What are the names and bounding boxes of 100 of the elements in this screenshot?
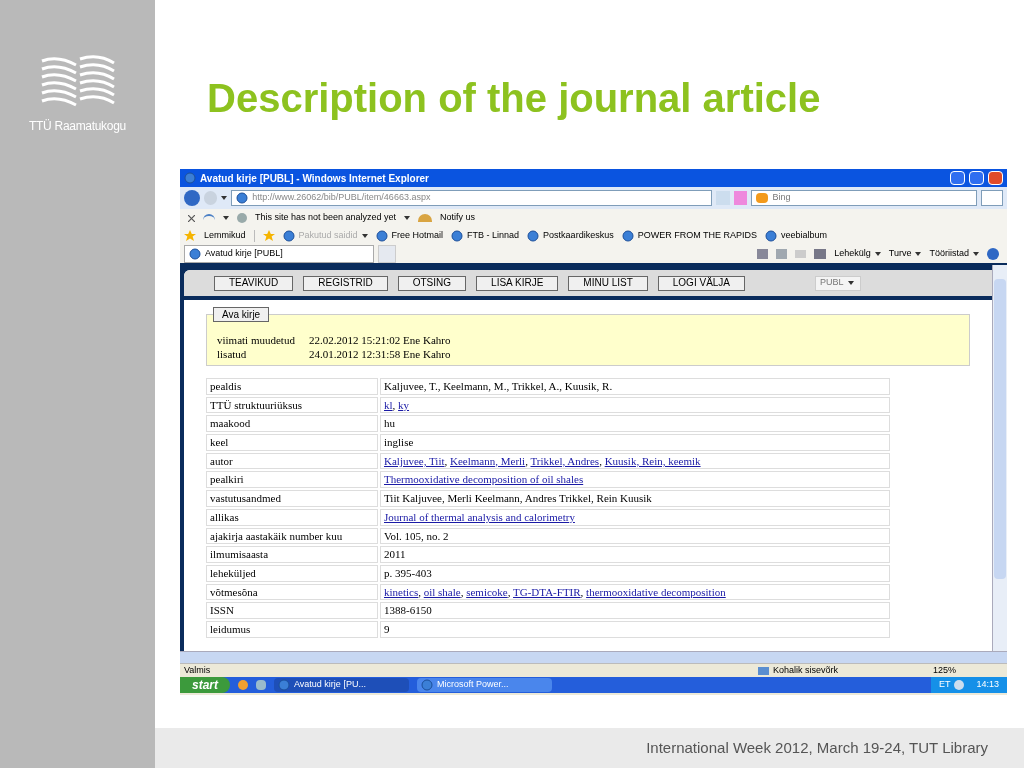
close-button[interactable]	[988, 171, 1003, 185]
field-label: leidumus	[206, 620, 378, 638]
separator-text: ,	[392, 398, 397, 411]
field-label: allikas	[206, 508, 378, 526]
record-link[interactable]: thermooxidative decomposition	[586, 585, 726, 598]
favorite-link[interactable]: veebialbum	[781, 229, 828, 243]
search-box[interactable]: Bing	[751, 190, 978, 206]
record-link[interactable]: Journal of thermal analysis and calorimetry	[384, 510, 575, 523]
favorite-link[interactable]: Free Hotmail	[391, 229, 444, 243]
favorite-link[interactable]: Postkaardikeskus	[543, 229, 614, 243]
security-text: This site has not been analyzed yet	[255, 211, 397, 225]
minimize-button[interactable]	[950, 171, 965, 185]
record-link[interactable]: Kaljuvee, Tiit	[384, 454, 445, 467]
taskbar-task[interactable]: Microsoft Power...	[417, 678, 552, 692]
record-link[interactable]: oil shale	[423, 585, 461, 598]
network-icon	[758, 666, 769, 675]
nav-button[interactable]: MINU LIST	[568, 275, 648, 291]
separator-text: ,	[418, 585, 422, 598]
caret-icon	[874, 252, 881, 256]
window-title: Avatud kirje [PUBL] - Windows Internet Explorer	[200, 171, 429, 186]
open-record-button[interactable]: Ava kirje	[213, 307, 270, 322]
zoom-control[interactable]: 125%	[933, 663, 1003, 678]
zone-text: Kohalik sisevõrk	[773, 663, 840, 677]
field-label: pealkiri	[206, 471, 378, 489]
nav-button[interactable]: OTSING	[397, 275, 467, 291]
value-text: hu	[384, 417, 395, 430]
separator-text: ,	[525, 454, 529, 467]
separator-text: ,	[444, 454, 449, 467]
nav-button[interactable]: LISA KIRJE	[476, 275, 559, 291]
meta-label: lisatud	[217, 347, 248, 361]
taskbar-task[interactable]: Avatud kirje [PU...	[274, 678, 409, 692]
nav-button[interactable]: TEAVIKUD	[214, 275, 294, 291]
logo-text: TTÜ Raamatukogu	[29, 118, 126, 135]
back-button[interactable]	[184, 190, 200, 206]
nav-button[interactable]: LOGI VÄLJA	[657, 275, 746, 291]
value-text: Kaljuvee, T., Keelmann, M., Trikkel, A., Kuusik, R.	[384, 380, 613, 392]
value-text: 9	[384, 622, 390, 635]
value-text: Vol. 105, no. 2	[384, 529, 449, 542]
value-text: inglise	[384, 436, 414, 449]
slide-footer: International Week 2012, March 19-24, TUT Library	[646, 736, 988, 760]
nav-button[interactable]: REGISTRID	[303, 275, 388, 291]
command-menu[interactable]: Lehekülg	[834, 247, 881, 261]
record-link[interactable]: TG-DTA-FTIR	[513, 585, 581, 598]
help-icon[interactable]	[987, 248, 999, 260]
vertical-scrollbar[interactable]	[992, 265, 1007, 651]
status-text: Valmis	[184, 663, 212, 677]
separator-text: ,	[599, 454, 603, 467]
field-label: ilmumisaasta	[206, 546, 378, 563]
caret-icon	[404, 216, 411, 220]
tray-icon[interactable]	[954, 680, 965, 690]
field-label: vastutusandmed	[206, 490, 378, 507]
caret-icon	[915, 252, 922, 256]
caret-icon	[361, 234, 368, 238]
record-link[interactable]: kl	[384, 398, 393, 411]
separator-text: ,	[507, 585, 512, 598]
favorites-button[interactable]: Lemmikud	[204, 229, 246, 243]
separator-text: ,	[460, 585, 465, 598]
horizontal-scrollbar[interactable]	[180, 651, 1007, 663]
search-engine-icon	[756, 193, 769, 203]
field-label: ISSN	[206, 602, 378, 619]
record-link[interactable]: Thermooxidative decomposition of oil shales	[384, 473, 584, 486]
search-field[interactable]: Bing	[772, 191, 973, 205]
field-label: võtmesõna	[206, 583, 378, 601]
search-button[interactable]	[981, 190, 1003, 206]
add-favorite-icon[interactable]	[262, 230, 275, 242]
clock: 14:13	[976, 678, 999, 692]
caret-icon	[221, 196, 228, 200]
meta-value: 24.01.2012 12:31:58 Ene Kahro	[309, 347, 451, 361]
slide-title: Description of the journal article	[207, 78, 822, 118]
field-label: TTÜ struktuuriüksus	[206, 396, 378, 414]
start-button[interactable]: start	[180, 677, 230, 693]
meta-label: viimati muudetud	[217, 333, 296, 347]
value-text: Tiit Kaljuvee, Merli Keelmann, Andres Trikkel, Rein Kuusik	[384, 492, 652, 505]
field-label: maakood	[206, 415, 378, 433]
field-label: autor	[206, 452, 378, 470]
favorite-link[interactable]: POWER FROM THE RAPIDS	[637, 229, 757, 243]
command-menu[interactable]: Tööriistad	[929, 247, 979, 261]
browser-tab[interactable]: Avatud kirje [PUBL]	[184, 245, 374, 263]
caret-icon	[973, 252, 979, 256]
field-label: ajakirja aastakäik number kuu	[206, 527, 378, 545]
address-field[interactable]: http://www.26062/bib/PUBL/item/46663.aspx	[231, 190, 713, 206]
caret-icon	[223, 216, 229, 220]
favorite-link[interactable]: FTB - Linnad	[467, 229, 520, 243]
value-text: 2011	[384, 548, 406, 561]
notify-link[interactable]: Notify us	[440, 211, 476, 225]
caret-icon	[847, 281, 854, 285]
star-icon	[184, 230, 196, 242]
field-label: keel	[206, 434, 378, 451]
field-label: pealdis	[206, 378, 378, 395]
maximize-button[interactable]	[969, 171, 984, 185]
record-link[interactable]: ky	[398, 398, 410, 411]
field-label: leheküljed	[206, 564, 378, 582]
value-text: p. 395-403	[384, 566, 432, 579]
record-link[interactable]: semicoke	[466, 585, 508, 598]
close-icon[interactable]	[188, 214, 195, 222]
meta-value: 22.02.2012 15:21:02 Ene Kahro	[309, 333, 451, 347]
command-menu[interactable]: Turve	[888, 247, 922, 261]
record-link[interactable]: Kuusik, Rein, keemik	[604, 454, 701, 467]
separator-text: ,	[580, 585, 585, 598]
value-text: 1388-6150	[384, 604, 432, 617]
